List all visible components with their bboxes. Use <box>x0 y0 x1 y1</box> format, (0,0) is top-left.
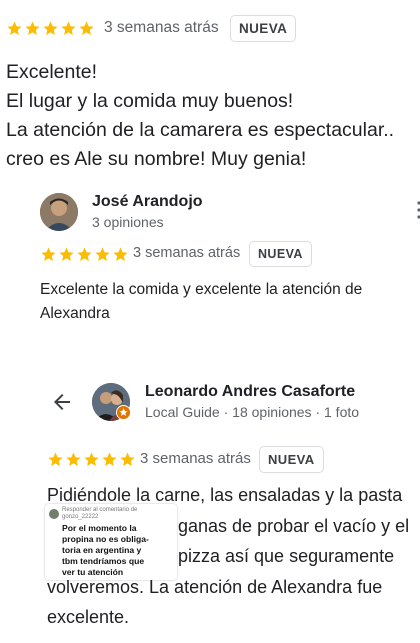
star-icon <box>58 246 75 263</box>
review2-time: 3 semanas atrás <box>133 245 241 261</box>
back-arrow-icon[interactable] <box>50 390 74 414</box>
comment-header: Responder al comentario de gonzo_22222 <box>49 507 173 521</box>
review3-rating-stars <box>47 451 136 468</box>
local-guide-badge-icon <box>116 405 131 420</box>
review2-line: Alexandra <box>40 305 110 322</box>
star-icon <box>78 20 95 37</box>
review1-time: 3 semanas atrás <box>104 19 219 36</box>
review2-new-badge: NUEVA <box>249 241 312 267</box>
star-icon <box>42 20 59 37</box>
review3-new-badge: NUEVA <box>259 446 324 473</box>
review2-text: Excelente la comida y excelente la atenc… <box>40 278 362 326</box>
star-icon <box>112 246 129 263</box>
star-icon <box>40 246 57 263</box>
comment-line: toria en argentina y <box>62 545 142 555</box>
comment-line: tbm tendríamos que <box>62 556 145 566</box>
star-icon <box>119 451 136 468</box>
review2-line: Excelente la comida y excelente la atenc… <box>40 281 363 298</box>
review1-rating-stars <box>6 20 95 37</box>
review2-rating-stars <box>40 246 129 263</box>
commenter-avatar-icon <box>49 509 59 519</box>
review1-line: El lugar y la comida muy buenos! <box>6 90 294 112</box>
review3-subtitle: Local Guide · 18 opiniones · 1 foto <box>145 404 360 420</box>
star-icon <box>47 451 64 468</box>
review2-review-count: 3 opiniones <box>92 214 164 230</box>
review2-author-name[interactable]: José Arandojo <box>92 193 203 211</box>
comment-title-line: Responder al comentario de <box>62 507 138 513</box>
review1-line: Excelente! <box>6 61 98 83</box>
star-icon <box>6 20 23 37</box>
review1-new-badge: NUEVA <box>230 15 297 42</box>
comment-line: Por el momento la <box>62 523 137 533</box>
star-icon <box>76 246 93 263</box>
review1-line: creo es Ale su nombre! Muy genia! <box>6 148 307 170</box>
star-icon <box>65 451 82 468</box>
comment-body: Por el momento la propina no es obliga- … <box>49 523 173 578</box>
comment-title-line: gonzo_22222 <box>62 514 99 520</box>
review3-line: ganas de probar el vacío y el <box>178 516 410 536</box>
star-icon <box>83 451 100 468</box>
review3-line: excelente. <box>47 607 130 627</box>
review1-text: Excelente! El lugar y la comida muy buen… <box>6 58 394 174</box>
star-icon <box>60 20 77 37</box>
reply-comment-card[interactable]: Responder al comentario de gonzo_22222 P… <box>45 504 177 580</box>
more-options-icon[interactable] <box>414 200 420 220</box>
star-icon <box>24 20 41 37</box>
review3-time: 3 semanas atrás <box>140 450 251 467</box>
star-icon <box>94 246 111 263</box>
review3-author-name[interactable]: Leonardo Andres Casaforte <box>145 383 355 401</box>
comment-line: ver tu atención <box>62 567 124 577</box>
comment-line: propina no es obliga- <box>62 534 149 544</box>
review3-line: pizza así que seguramente <box>178 546 395 566</box>
avatar[interactable] <box>40 193 78 231</box>
review1-line: La atención de la camarera es espectacul… <box>6 119 395 141</box>
star-icon <box>101 451 118 468</box>
